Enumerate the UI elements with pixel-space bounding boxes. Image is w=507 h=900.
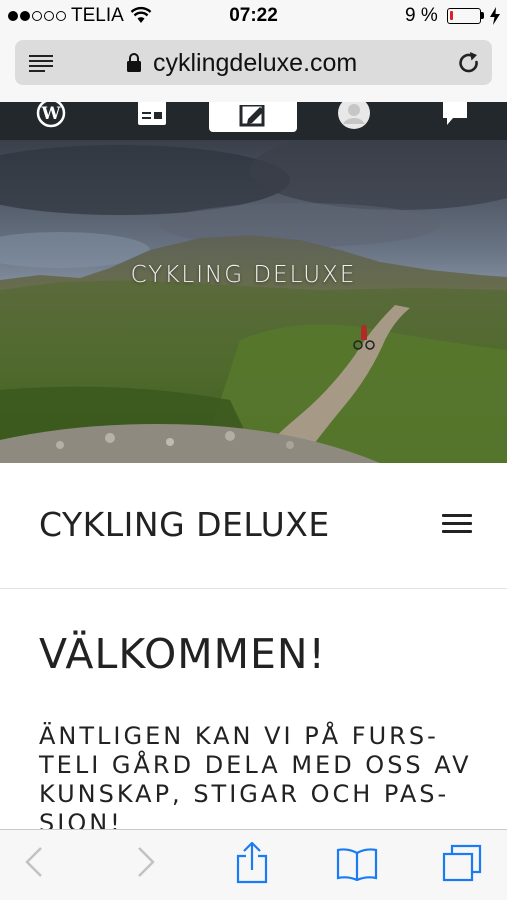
hero-title: CYKLING DELUXE [130, 262, 357, 288]
wordpress-icon[interactable]: W [7, 102, 95, 132]
page-title: VÄLKOMMEN! [39, 630, 326, 678]
wp-admin-bar: W [0, 102, 507, 140]
url-text[interactable]: cyklingdeluxe.com [153, 49, 357, 78]
svg-text:W: W [40, 104, 61, 124]
lead-paragraph: ÄNTLIGEN KAN VI PÅ FURS- TELI GÅRD DELA … [39, 722, 472, 837]
battery-tip [481, 12, 484, 19]
site-header: CYKLING DELUXE [0, 463, 507, 589]
bookmarks-icon[interactable] [336, 847, 378, 881]
back-icon[interactable] [24, 846, 44, 878]
menu-icon[interactable] [442, 514, 472, 536]
tabs-icon[interactable] [442, 844, 482, 882]
battery-percent: 9 % [405, 5, 438, 26]
site-title[interactable]: CYKLING DELUXE [39, 505, 330, 544]
reader-mode-icon[interactable] [29, 54, 53, 72]
share-icon[interactable] [236, 842, 268, 884]
edit-icon[interactable] [209, 102, 297, 132]
profile-icon[interactable] [310, 102, 398, 132]
status-bar: TELIA 07:22 9 % [0, 0, 507, 32]
address-bar[interactable]: cyklingdeluxe.com [15, 40, 492, 85]
hero-image: CYKLING DELUXE [0, 140, 507, 463]
reload-icon[interactable] [457, 51, 481, 75]
landscape-illustration [0, 140, 507, 463]
forward-icon[interactable] [136, 846, 156, 878]
battery-icon [447, 8, 481, 24]
notifications-icon[interactable] [411, 102, 499, 132]
lock-icon [127, 53, 141, 72]
browser-toolbar [0, 829, 507, 900]
browser-top-bar: cyklingdeluxe.com [0, 32, 507, 102]
charging-icon [490, 7, 500, 25]
reader-icon[interactable] [108, 102, 196, 132]
